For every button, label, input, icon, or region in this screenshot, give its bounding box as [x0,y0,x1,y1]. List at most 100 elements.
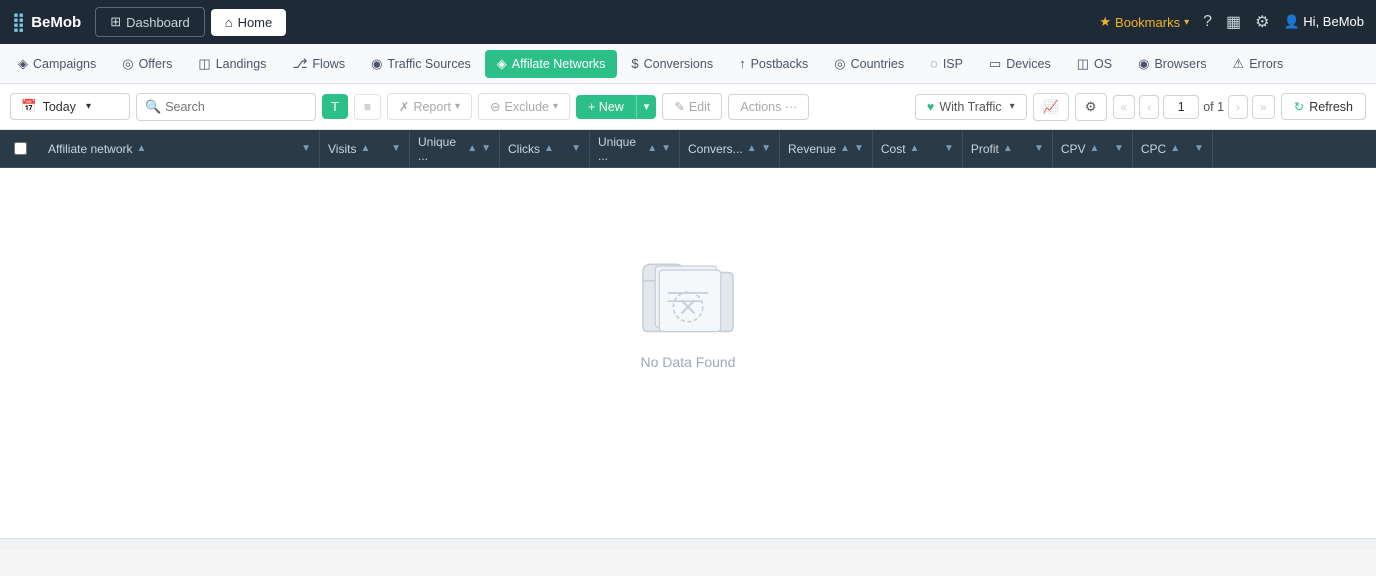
campaigns-icon: ◈ [18,56,28,72]
dashboard-icon: ⊞ [110,14,121,30]
filter-unique-clicks-icon[interactable]: ▼ [661,143,671,154]
th-cpv[interactable]: CPV ▲ ▼ [1053,130,1133,167]
sort-visits-icon: ▲ [360,143,370,154]
browsers-icon: ◉ [1138,56,1149,72]
th-affiliate-network[interactable]: Affiliate network ▲ ▼ [40,130,320,167]
th-profit[interactable]: Profit ▲ ▼ [963,130,1053,167]
help-button[interactable]: ? [1203,13,1212,31]
subnav-landings[interactable]: ◫ Landings [186,50,278,78]
th-select-all[interactable] [0,142,40,155]
filter-cpv-icon[interactable]: ▼ [1114,143,1124,154]
subnav-offers-label: Offers [139,57,173,71]
subnav-errors[interactable]: ⚠ Errors [1221,50,1296,78]
nav-tab-dashboard[interactable]: ⊞ Dashboard [95,7,205,37]
new-split-button[interactable]: ▾ [636,95,657,119]
th-conversions-label: Convers... [688,142,743,156]
th-revenue[interactable]: Revenue ▲ ▼ [780,130,873,167]
subnav-browsers[interactable]: ◉ Browsers [1126,50,1218,78]
exclude-button[interactable]: ⊖ Exclude ▾ [478,93,570,120]
refresh-label: Refresh [1309,100,1353,114]
report-button[interactable]: ✗ Report ▾ [387,93,472,120]
topbar-right: ★ Bookmarks ▾ ? ▦ ⚙ 👤 Hi, BeMob [1099,12,1364,32]
filter-cost-icon[interactable]: ▼ [944,143,954,154]
th-visits[interactable]: Visits ▲ ▼ [320,130,410,167]
th-unique-clicks[interactable]: Unique ... ▲ ▼ [590,130,680,167]
toolbar: 📅 Today ▾ 🔍 T ≡ ✗ Report ▾ ⊖ Exclude ▾ +… [0,84,1376,130]
new-label: + New [588,100,624,114]
subnav-countries[interactable]: ◎ Countries [822,50,916,78]
brand-logo[interactable]: ⣿ BeMob [12,12,81,33]
th-clicks[interactable]: Clicks ▲ ▼ [500,130,590,167]
empty-message: No Data Found [641,354,736,370]
settings-column-button[interactable]: ⚙ [1075,93,1107,121]
user-greeting: 👤 Hi, BeMob [1283,14,1364,30]
traffic-chevron-icon: ▾ [1010,101,1015,112]
actions-button[interactable]: Actions ··· [728,94,809,120]
exclude-label: Exclude [505,100,549,114]
filter-visits-icon[interactable]: ▼ [391,143,401,154]
subnav-postbacks-label: Postbacks [751,57,809,71]
filter-conversions-icon[interactable]: ▼ [761,143,771,154]
bookmarks-button[interactable]: ★ Bookmarks ▾ [1099,14,1189,30]
refresh-button[interactable]: ↻ Refresh [1281,93,1366,120]
subnav-os-label: OS [1094,57,1112,71]
filter-options-button[interactable]: ≡ [354,94,381,120]
filter-unique-visits-icon[interactable]: ▼ [481,143,491,154]
th-conversions[interactable]: Convers... ▲ ▼ [680,130,780,167]
nav-tab-home[interactable]: ⌂ Home [211,9,287,36]
subnav-isp[interactable]: ◌ ISP [918,50,975,77]
logo-icon: ⣿ [12,12,25,33]
postbacks-icon: ↑ [739,56,746,71]
edit-button[interactable]: ✎ Edit [662,93,722,120]
chart-button[interactable]: 📈 [1033,93,1069,121]
nav-tab-dashboard-label: Dashboard [126,15,190,30]
settings-button[interactable]: ⚙ [1255,12,1269,32]
select-all-checkbox[interactable] [14,142,27,155]
search-input[interactable] [165,100,285,114]
topbar: ⣿ BeMob ⊞ Dashboard ⌂ Home ★ Bookmarks ▾… [0,0,1376,44]
calendar-icon: 📅 [21,99,37,114]
th-cost[interactable]: Cost ▲ ▼ [873,130,963,167]
date-picker[interactable]: 📅 Today ▾ [10,93,130,120]
sort-cpv-icon: ▲ [1090,143,1100,154]
sort-affiliate-icon: ▲ [137,143,147,154]
page-input[interactable] [1163,95,1199,119]
subnav-os[interactable]: ◫ OS [1065,50,1124,78]
th-unique-visits[interactable]: Unique ... ▲ ▼ [410,130,500,167]
subnav-traffic-sources[interactable]: ◉ Traffic Sources [359,50,483,78]
with-traffic-button[interactable]: ♥ With Traffic ▾ [915,94,1027,120]
sort-clicks-icon: ▲ [544,143,554,154]
table-header: Affiliate network ▲ ▼ Visits ▲ ▼ Unique … [0,130,1376,168]
new-button[interactable]: + New [576,95,636,119]
subnav-devices[interactable]: ▭ Devices [977,50,1063,78]
offers-icon: ◎ [122,56,133,72]
notifications-button[interactable]: ▦ [1226,12,1241,32]
sort-profit-icon: ▲ [1003,143,1013,154]
filter-revenue-icon[interactable]: ▼ [854,143,864,154]
th-visits-label: Visits [328,142,356,156]
subnav-flows[interactable]: ⎇ Flows [280,50,357,78]
heart-icon: ♥ [927,100,934,114]
subnav-affiliate-networks[interactable]: ◈ Affilate Networks [485,50,618,78]
filter-profit-icon[interactable]: ▼ [1034,143,1044,154]
filter-affiliate-icon[interactable]: ▼ [301,143,311,154]
th-unique-clicks-label: Unique ... [598,135,643,163]
filter-text-button[interactable]: T [322,94,348,119]
th-revenue-label: Revenue [788,142,836,156]
exclude-chevron-icon: ▾ [553,101,558,112]
filter-clicks-icon[interactable]: ▼ [571,143,581,154]
page-first-button[interactable]: « [1113,95,1136,119]
subnav-postbacks[interactable]: ↑ Postbacks [727,50,820,77]
th-cpc[interactable]: CPC ▲ ▼ [1133,130,1213,167]
subnav-conversions[interactable]: $ Conversions [619,50,725,77]
page-prev-button[interactable]: ‹ [1139,95,1159,119]
devices-icon: ▭ [989,56,1001,72]
page-last-button[interactable]: » [1252,95,1275,119]
filter-cpc-icon[interactable]: ▼ [1194,143,1204,154]
page-next-button[interactable]: › [1228,95,1248,119]
horizontal-scrollbar[interactable] [0,538,1376,550]
user-icon: 👤 [1283,14,1299,29]
subnav-offers[interactable]: ◎ Offers [110,50,184,78]
subnav-campaigns[interactable]: ◈ Campaigns [6,50,108,78]
search-icon: 🔍 [145,99,161,115]
